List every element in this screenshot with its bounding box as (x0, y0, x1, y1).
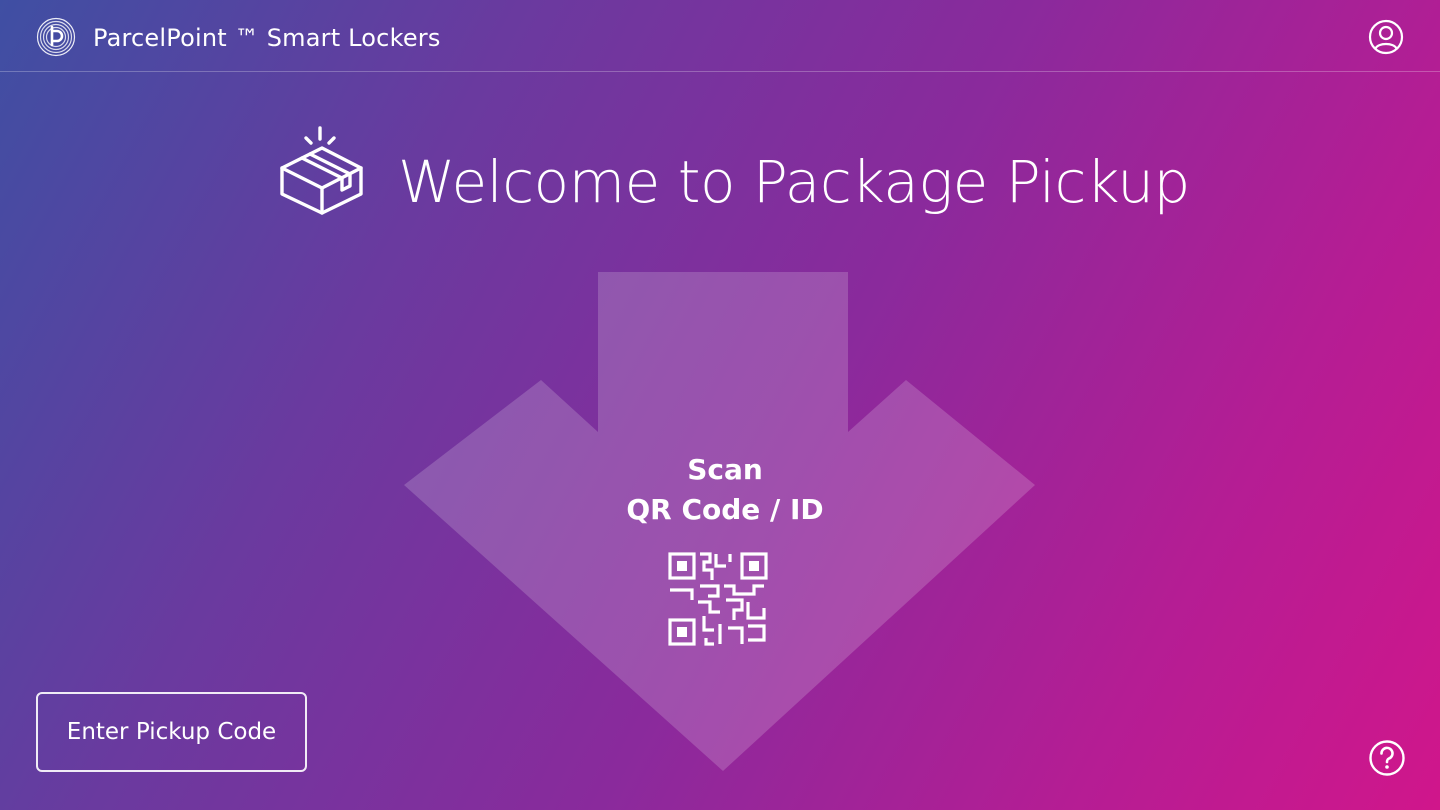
scan-label-line2: QR Code / ID (626, 493, 824, 526)
open-box-icon (280, 126, 363, 215)
scan-label-line1: Scan (687, 453, 763, 486)
enter-pickup-code-button[interactable]: Enter Pickup Code (36, 692, 307, 772)
help-icon[interactable] (1368, 739, 1406, 777)
welcome-title: Welcome to Package Pickup (398, 148, 1190, 216)
scan-arrow-graphic (404, 272, 1035, 771)
qr-code-icon (668, 552, 768, 646)
user-account-icon[interactable] (1368, 19, 1404, 55)
parcelpoint-logo-icon (36, 17, 76, 57)
top-bar: ParcelPoint ™ Smart Lockers (0, 0, 1440, 72)
scan-instruction: Scan QR Code / ID (560, 450, 890, 530)
app-title: ParcelPoint ™ Smart Lockers (93, 24, 441, 52)
scan-qr-area[interactable]: Scan QR Code / ID (560, 440, 890, 665)
pickup-kiosk-screen: ParcelPoint ™ Smart Lockers Welcome to P… (0, 0, 1440, 810)
